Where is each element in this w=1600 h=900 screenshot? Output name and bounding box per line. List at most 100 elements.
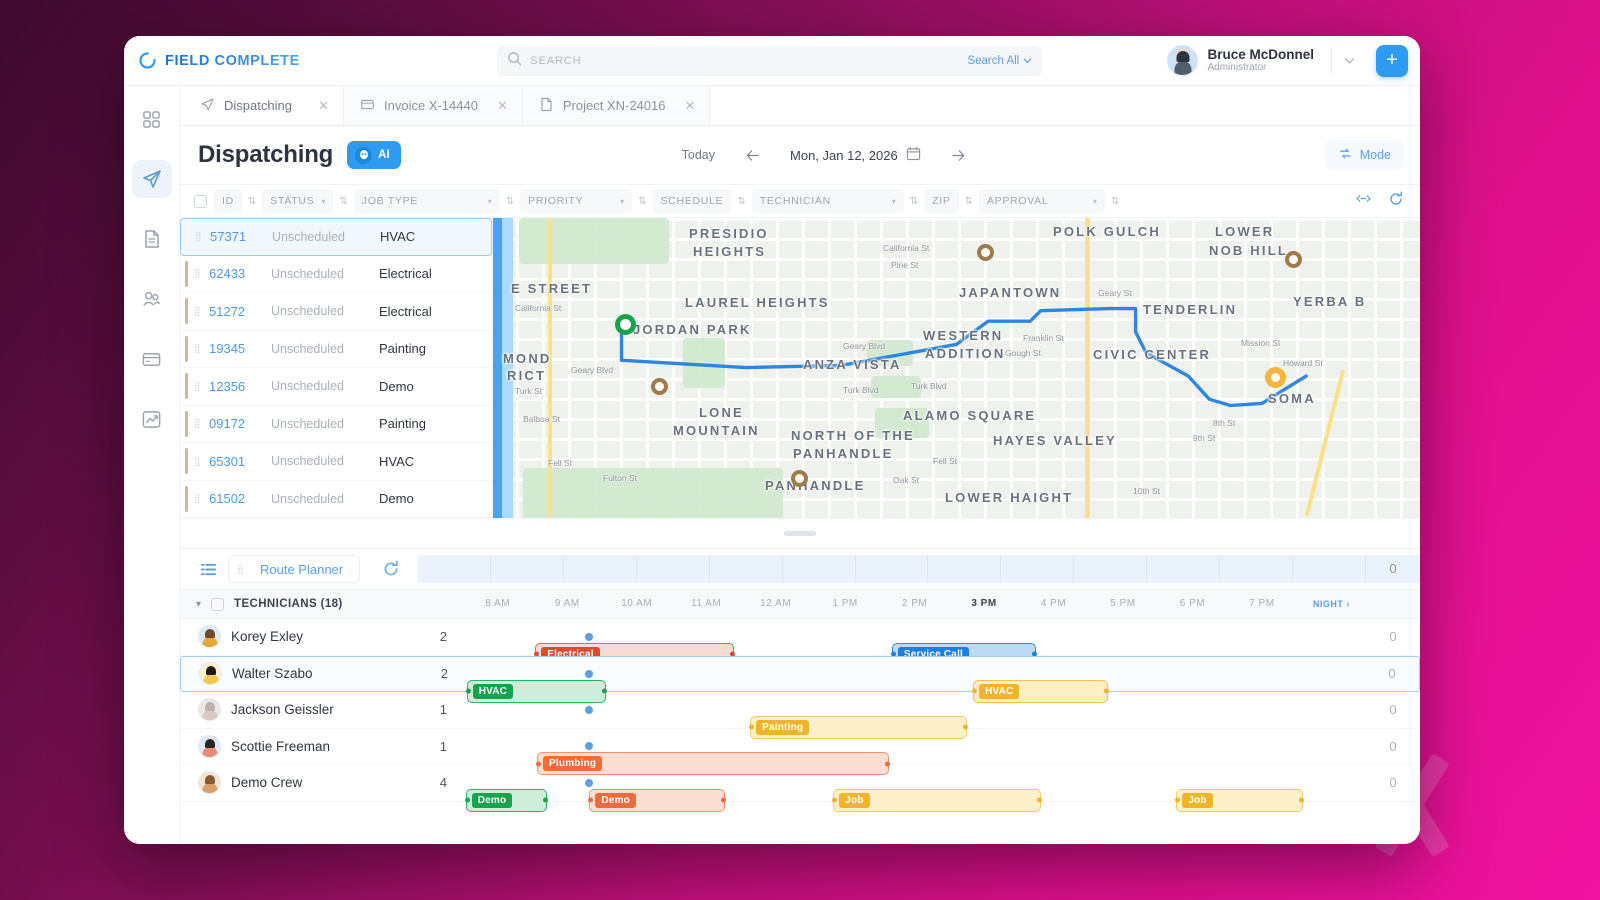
drag-handle-icon[interactable]: ⣿ <box>194 381 203 390</box>
sidebar-item-dashboard[interactable] <box>132 100 172 138</box>
sort-icon[interactable]: ⇅ <box>965 196 973 207</box>
tab-dispatching[interactable]: Dispatching ✕ <box>184 86 344 125</box>
technician-row[interactable]: Scottie Freeman 1 Plumbing 0 <box>180 729 1420 776</box>
table-row[interactable]: ⣿ 57371 Unscheduled HVAC <box>180 218 492 256</box>
filter-column-schedule[interactable]: SCHEDULE <box>652 189 732 213</box>
drag-handle-icon[interactable]: ⣿ <box>194 419 203 428</box>
ai-button[interactable]: AI <box>347 141 401 169</box>
next-day-button[interactable] <box>939 140 978 170</box>
sidebar-item-customers[interactable] <box>132 280 172 318</box>
splitter-grip[interactable] <box>784 531 816 536</box>
event-handle-right[interactable] <box>720 797 726 803</box>
table-row[interactable]: ⣿ 62433 Unscheduled Electrical <box>180 256 492 293</box>
track-cell[interactable] <box>1147 555 1221 583</box>
event-handle-right[interactable] <box>542 797 548 803</box>
filter-column-id[interactable]: ID <box>214 189 242 213</box>
track-cell[interactable] <box>928 555 1002 583</box>
map-pin-brown[interactable] <box>791 470 808 487</box>
drag-handle-icon[interactable]: ⣿ <box>194 344 203 353</box>
job-id[interactable]: 19345 <box>209 341 271 356</box>
close-icon[interactable]: ✕ <box>308 98 329 114</box>
table-row[interactable]: ⣿ 19345 Unscheduled Painting <box>180 331 492 368</box>
add-button[interactable]: + <box>1376 44 1408 77</box>
track-cell[interactable] <box>418 555 492 583</box>
table-row[interactable]: ⣿ 12356 Unscheduled Demo <box>180 368 492 406</box>
technician-row[interactable]: Demo Crew 4 Demo Demo Job Job 0 <box>180 765 1420 812</box>
drag-handle-icon[interactable]: ⣿ <box>237 564 246 573</box>
close-icon[interactable]: ✕ <box>487 98 508 114</box>
job-id[interactable]: 12356 <box>209 379 271 394</box>
drag-handle-icon[interactable]: ⣿ <box>194 269 203 278</box>
sort-icon[interactable]: ⇅ <box>248 196 256 207</box>
map-pin-brown[interactable] <box>1285 251 1302 268</box>
search-box[interactable]: Search All <box>497 45 1043 76</box>
job-id[interactable]: 57371 <box>210 229 272 244</box>
chevron-down-icon[interactable]: ▾ <box>196 599 201 610</box>
select-all-checkbox[interactable] <box>194 194 207 208</box>
chevron-down-icon[interactable]: ▾ <box>488 197 492 206</box>
track-cell[interactable] <box>856 555 929 583</box>
map[interactable]: PRESIDIO HEIGHTS POLK GULCH LOWER NOB HILL E … <box>493 218 1420 518</box>
event-handle-left[interactable] <box>1175 797 1181 803</box>
schedule-event[interactable]: Demo <box>588 788 726 812</box>
track-cell[interactable] <box>1001 555 1075 583</box>
technicians-checkbox[interactable] <box>211 597 225 611</box>
tab-project[interactable]: Project XN-24016 ✕ <box>522 86 711 125</box>
table-row[interactable]: ⣿ 51272 Unscheduled Electrical <box>180 293 492 331</box>
job-id[interactable]: 65301 <box>209 454 271 469</box>
tab-invoice[interactable]: Invoice X-14440 ✕ <box>344 86 523 125</box>
table-row[interactable]: ⣿ 09172 Unscheduled Painting <box>180 406 492 443</box>
schedule-event[interactable]: Demo <box>464 788 548 812</box>
table-row[interactable]: ⣿ 65301 Unscheduled HVAC <box>180 443 492 481</box>
drag-handle-icon[interactable]: ⣿ <box>194 494 203 503</box>
sort-icon[interactable]: ⇅ <box>1111 196 1119 207</box>
close-icon[interactable]: ✕ <box>674 98 695 114</box>
filter-column-zip[interactable]: ZIP <box>924 189 959 213</box>
track-cell[interactable] <box>783 555 856 583</box>
filter-column-approval[interactable]: APPROVAL ▾ <box>978 189 1105 213</box>
event-handle-left[interactable] <box>832 797 838 803</box>
technician-row[interactable]: Korey Exley 2 Electrical Service Call 0 <box>180 619 1420 666</box>
route-planner-chip[interactable]: ⣿ Route Planner <box>228 555 361 583</box>
filter-column-technician[interactable]: TECHNICIAN ▾ <box>751 189 904 213</box>
sidebar-item-dispatching[interactable] <box>131 160 172 198</box>
drag-handle-icon[interactable]: ⣿ <box>194 456 203 465</box>
chevron-down-icon[interactable]: ▾ <box>321 197 325 206</box>
filter-column-priority[interactable]: PRIORITY ▾ <box>520 189 633 213</box>
sidebar-item-documents[interactable] <box>132 220 172 258</box>
chevron-down-icon[interactable]: ▾ <box>620 197 624 206</box>
track-cell[interactable] <box>1074 555 1148 583</box>
mode-button[interactable]: Mode <box>1324 140 1404 170</box>
track-cell[interactable] <box>564 555 637 583</box>
technician-row[interactable]: Jackson Geissler 1 Painting 0 <box>180 692 1420 739</box>
track-cell[interactable] <box>1220 555 1293 583</box>
sort-icon[interactable]: ⇅ <box>638 196 646 207</box>
today-button[interactable]: Today <box>668 140 729 170</box>
job-id[interactable]: 62433 <box>209 266 271 281</box>
track-cell[interactable] <box>637 555 710 583</box>
panel-splitter[interactable] <box>180 518 1420 548</box>
table-row[interactable]: ⣿ 61502 Unscheduled Demo <box>180 481 492 518</box>
search-scope-dropdown[interactable]: Search All <box>967 55 1032 67</box>
refresh-icon[interactable] <box>382 560 400 578</box>
user-menu[interactable]: Bruce McDonnel Administrator + <box>1153 44 1408 77</box>
schedule-event[interactable]: Job <box>832 788 1042 812</box>
track-cell[interactable] <box>710 555 783 583</box>
filter-column-status[interactable]: STATUS ▾ <box>262 189 334 213</box>
chevron-down-icon[interactable] <box>1331 47 1367 74</box>
sidebar-item-reports[interactable] <box>132 400 172 438</box>
search-input[interactable] <box>530 54 960 67</box>
filter-column-job-type[interactable]: JOB TYPE ▾ <box>353 189 500 213</box>
calendar-icon[interactable] <box>906 146 921 164</box>
schedule-event[interactable]: Job <box>1175 788 1304 812</box>
event-handle-right[interactable] <box>1036 797 1042 803</box>
job-id[interactable]: 61502 <box>209 491 271 506</box>
chevron-down-icon[interactable]: ▾ <box>892 197 896 206</box>
prev-day-button[interactable] <box>733 140 772 170</box>
event-handle-right[interactable] <box>1298 797 1304 803</box>
track-cell[interactable] <box>1293 555 1366 583</box>
route-planner-track[interactable] <box>418 555 1366 583</box>
list-icon[interactable] <box>194 561 222 578</box>
technician-row[interactable]: Walter Szabo 2 HVAC HVAC 0 <box>180 655 1420 703</box>
event-handle-left[interactable] <box>464 797 470 803</box>
